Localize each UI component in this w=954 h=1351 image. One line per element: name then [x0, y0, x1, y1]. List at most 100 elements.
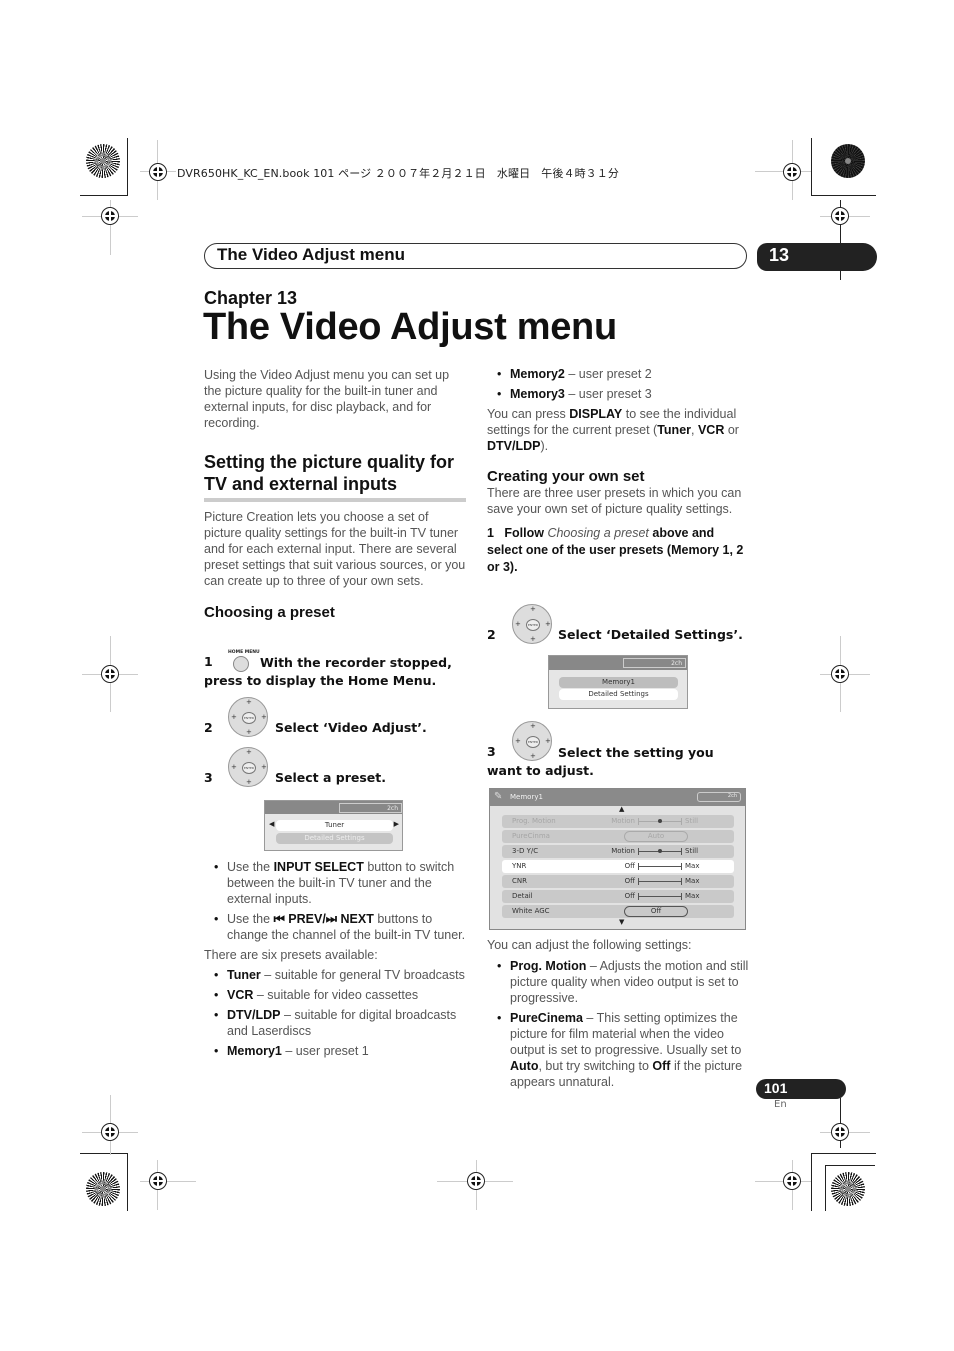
registration-mark	[783, 1172, 801, 1190]
slider-knob[interactable]	[658, 849, 662, 853]
registration-star-bottom-left	[86, 1172, 120, 1206]
setting-value[interactable]: Off	[624, 906, 688, 917]
adjust-intro: You can adjust the following settings:	[487, 938, 692, 952]
slider-max-label: Max	[685, 892, 700, 900]
preset-item: Memory2 – user preset 2	[487, 366, 749, 382]
step-2-text-right: Select ‘Detailed Settings’.	[558, 627, 743, 642]
right-arrow-icon: ▶	[393, 820, 399, 828]
step-3-number: 3	[204, 770, 213, 785]
registration-mark	[149, 163, 167, 181]
subheading-creating-set: Creating your own set	[487, 468, 645, 485]
setting-value[interactable]: Auto	[624, 831, 688, 842]
osd-row-label: White AGC	[512, 907, 550, 915]
registration-star-top-left	[86, 144, 120, 178]
memory-screen: 2ch Memory1 Detailed Settings	[548, 655, 688, 709]
file-header: DVR650HK_KC_EN.book 101 ページ ２００７年２月２１日 水…	[177, 167, 619, 180]
step-1-text: With the recorder stopped, press to disp…	[204, 655, 452, 688]
registration-mark	[467, 1172, 485, 1190]
scroll-up-icon[interactable]: ▲	[619, 805, 624, 813]
creating-set-body: There are three user presets in which yo…	[487, 486, 742, 516]
setting-slider[interactable]	[638, 878, 682, 885]
osd-row[interactable]: 3-D Y/C Motion Still	[502, 845, 734, 858]
crop-mark	[811, 1153, 876, 1154]
step-1-follow: 1 Follow Choosing a preset above and sel…	[487, 526, 744, 574]
osd-title: Memory1	[510, 793, 543, 801]
setting-slider[interactable]	[638, 893, 682, 900]
preset-item: Tuner – suitable for general TV broadcas…	[204, 967, 466, 983]
crop-mark	[825, 1165, 875, 1166]
channel-indicator: 2ch	[339, 803, 402, 813]
running-header: The Video Adjust menu	[204, 243, 747, 269]
registration-mark	[831, 665, 849, 683]
crop-mark	[80, 1153, 128, 1154]
video-adjust-icon: ✎	[494, 791, 503, 802]
presets-intro: There are six presets available:	[204, 948, 378, 962]
osd-row[interactable]: PureCinma Auto	[502, 830, 734, 843]
preset-screen: 2ch ◀ ▶ Tuner Detailed Settings	[264, 800, 403, 851]
crop-mark	[127, 1153, 128, 1211]
tip-item: Use the ⏮ PREV/⏭ NEXT buttons to change …	[204, 911, 466, 943]
registration-mark	[101, 1123, 119, 1141]
page-number: 101	[764, 1080, 788, 1096]
osd-row-label: YNR	[512, 862, 527, 870]
registration-mark	[149, 1172, 167, 1190]
slider-max-label: Still	[685, 847, 699, 855]
display-note: You can press DISPLAY to see the individ…	[487, 407, 739, 453]
scroll-down-icon[interactable]: ▼	[619, 918, 624, 926]
osd-row[interactable]: Detail Off Max	[502, 890, 734, 903]
preset-item: DTV/LDP – suitable for digital broadcast…	[204, 1007, 466, 1039]
slider-max-label: Max	[685, 862, 700, 870]
osd-row[interactable]: YNR Off Max	[502, 860, 734, 873]
preset-item: VCR – suitable for video cassettes	[204, 987, 466, 1003]
dpad-enter-icon: + + + + ENTER	[228, 747, 268, 787]
detailed-settings-option[interactable]: Detailed Settings	[276, 833, 393, 844]
osd-row-label: 3-D Y/C	[512, 847, 539, 855]
presets-list: Tuner – suitable for general TV broadcas…	[204, 967, 466, 1059]
registration-mark	[831, 1123, 849, 1141]
osd-row-label: PureCinma	[512, 832, 550, 840]
slider-max-label: Max	[685, 877, 700, 885]
crop-mark	[127, 138, 128, 196]
step-2-text: Select ‘Video Adjust’.	[275, 720, 427, 735]
tip-item: Use the INPUT SELECT button to switch be…	[204, 859, 466, 907]
left-column: Using the Video Adjust menu you can set …	[204, 367, 466, 621]
preset-selected[interactable]: Tuner	[276, 820, 393, 831]
memory-selected[interactable]: Memory1	[559, 677, 678, 688]
subheading-choosing-preset: Choosing a preset	[204, 604, 335, 621]
registration-mark	[831, 207, 849, 225]
setting-slider[interactable]	[638, 818, 682, 825]
preset-item: Memory3 – user preset 3	[487, 386, 749, 402]
osd-row[interactable]: White AGC Off	[502, 905, 734, 918]
crop-mark	[811, 195, 876, 196]
setting-slider[interactable]	[638, 863, 682, 870]
detailed-settings-option[interactable]: Detailed Settings	[559, 689, 678, 700]
setting-slider[interactable]	[638, 848, 682, 855]
left-arrow-icon: ◀	[269, 820, 275, 828]
chapter-badge: 13	[757, 243, 877, 271]
crop-mark	[80, 195, 128, 196]
registration-star-bottom-right	[831, 1172, 865, 1206]
crop-mark	[811, 138, 812, 196]
crop-mark	[825, 1165, 826, 1211]
osd-row-label: Detail	[512, 892, 533, 900]
setting-item: PureCinema – This setting optimizes the …	[487, 1010, 749, 1090]
setting-item: Prog. Motion – Adjusts the motion and st…	[487, 958, 749, 1006]
osd-row-label: CNR	[512, 877, 527, 885]
intro-paragraph: Using the Video Adjust menu you can set …	[204, 368, 450, 430]
section-body: Picture Creation lets you choose a set o…	[204, 510, 466, 588]
detailed-settings-osd: ✎ Memory1 2ch ▲ Prog. Motion Motion Still P…	[489, 788, 746, 930]
left-column-lower: Use the INPUT SELECT button to switch be…	[204, 859, 466, 1063]
settings-list: Prog. Motion – Adjusts the motion and st…	[487, 958, 749, 1090]
slider-min-label: Motion	[611, 847, 635, 855]
osd-row[interactable]: Prog. Motion Motion Still	[502, 815, 734, 828]
slider-min-label: Off	[624, 892, 635, 900]
registration-mark	[101, 665, 119, 683]
crop-mark	[811, 1153, 812, 1211]
section-rule	[204, 498, 466, 502]
slider-knob[interactable]	[658, 819, 662, 823]
osd-row[interactable]: CNR Off Max	[502, 875, 734, 888]
step-2-number: 2	[204, 720, 213, 735]
slider-min-label: Motion	[611, 817, 635, 825]
page-title: The Video Adjust menu	[203, 306, 617, 348]
dpad-enter-icon: + + + + ENTER	[512, 604, 552, 644]
